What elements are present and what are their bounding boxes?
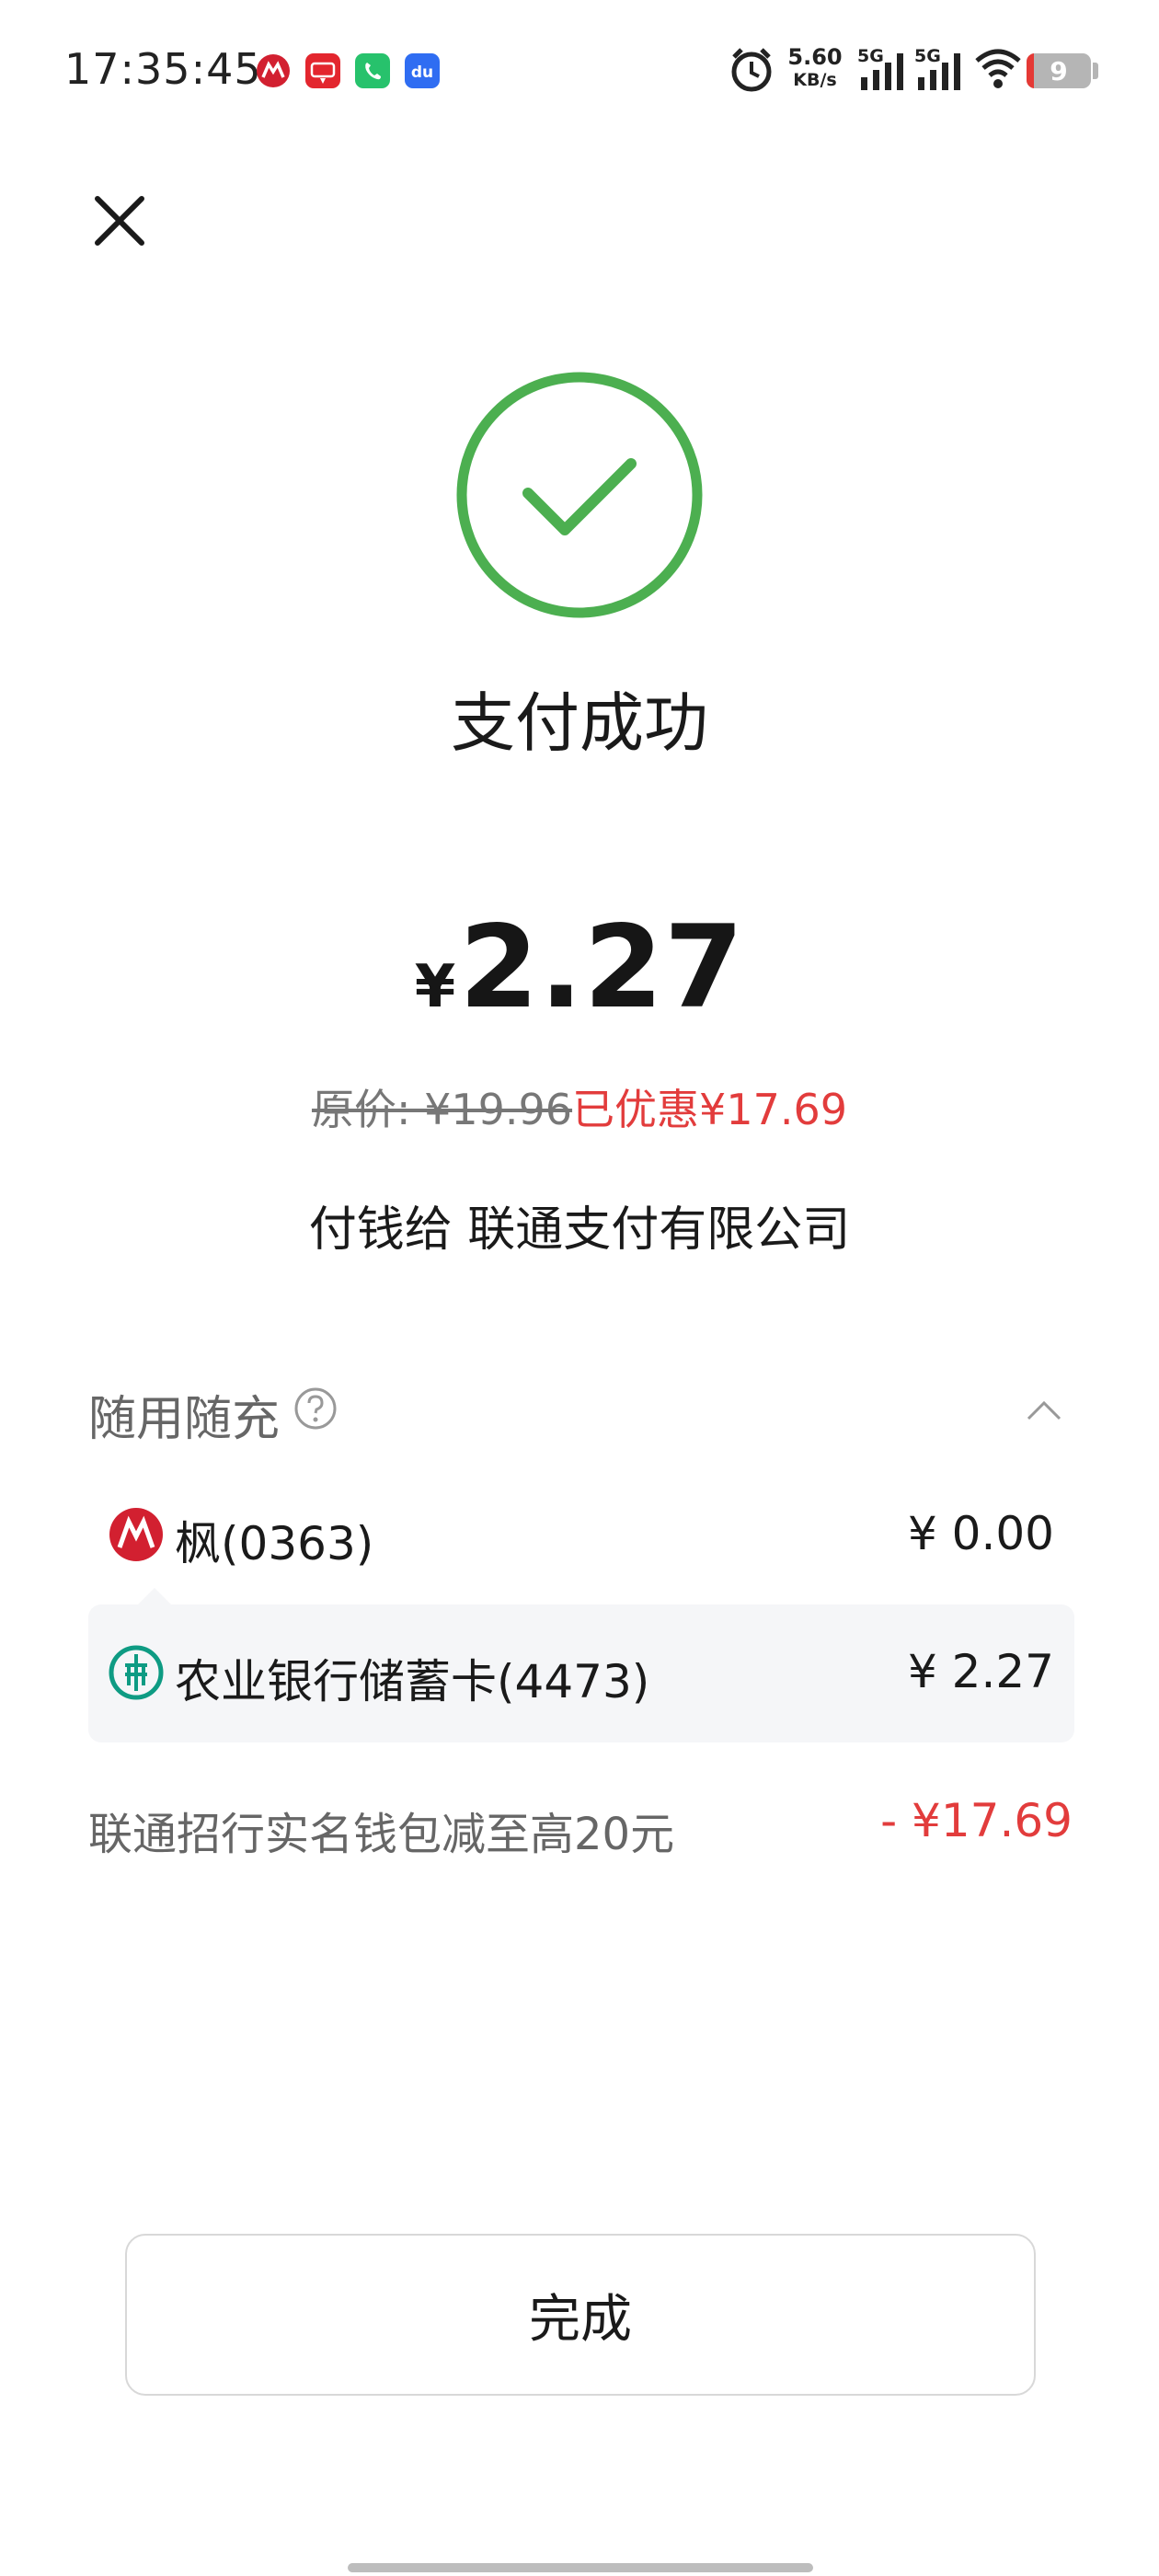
battery-level-text: 9 — [1050, 56, 1068, 86]
payee-text: 付钱给 联通支付有限公司 — [308, 1202, 851, 1258]
promotion-label: 联通招行实名钱包减至高20元 — [88, 1809, 675, 1860]
payment-row-cmb: 枫(0363) ¥ 0.00 — [88, 1466, 1074, 1604]
chevron-up-icon[interactable] — [1021, 1387, 1067, 1433]
net-speed-unit: KB/s — [793, 70, 837, 90]
net-speed: 5.60 KB/s — [787, 46, 843, 92]
signal-1: 5G — [857, 46, 909, 94]
card-amount: ¥ 2.27 — [907, 1645, 1054, 1698]
result-title: 支付成功 — [451, 685, 708, 761]
card-label: 农业银行储蓄卡(4473) — [175, 1655, 650, 1708]
close-icon — [95, 196, 144, 246]
battery-tip — [1093, 63, 1098, 79]
signal-bars-icon — [918, 53, 960, 90]
discount-text: 已优惠¥17.69 — [572, 1085, 848, 1134]
paid-amount: ¥2.27 — [0, 902, 1159, 1034]
alarm-icon — [729, 44, 775, 99]
close-button[interactable] — [83, 184, 156, 258]
du-app-icon: du — [405, 53, 440, 88]
payment-row-abc: 农业银行储蓄卡(4473) ¥ 2.27 — [88, 1604, 1074, 1742]
signal-bars-icon — [861, 53, 903, 90]
currency-symbol: ¥ — [414, 953, 456, 1021]
signal-2: 5G — [914, 46, 966, 94]
original-price: 原价: ¥19.96 — [311, 1085, 573, 1134]
promotion-amount: - ¥17.69 — [880, 1794, 1073, 1847]
phone-app-icon — [355, 53, 390, 88]
home-indicator[interactable] — [348, 2563, 813, 2572]
price-line: 原价: ¥19.96已优惠¥17.69 — [0, 1076, 1159, 1137]
battery-icon: 9 — [1027, 53, 1091, 88]
check-circle-icon — [456, 372, 703, 618]
card-amount: ¥ 0.00 — [907, 1507, 1054, 1560]
cmb-bank-icon — [256, 53, 291, 88]
row-pointer — [138, 1588, 171, 1604]
status-time: 17:35:45 — [64, 44, 262, 94]
wifi-icon — [973, 46, 1023, 96]
done-button[interactable]: 完成 — [125, 2234, 1036, 2396]
cloud-pay-icon — [305, 53, 340, 88]
cmb-bank-icon — [109, 1507, 164, 1562]
question-circle-icon[interactable] — [293, 1386, 339, 1432]
card-label: 枫(0363) — [175, 1517, 374, 1570]
amount-value: 2.27 — [459, 902, 745, 1034]
abc-bank-icon — [109, 1645, 164, 1700]
svg-text:du: du — [411, 63, 433, 82]
net-speed-value: 5.60 — [787, 44, 843, 70]
section-title: 随用随充 — [88, 1392, 281, 1447]
